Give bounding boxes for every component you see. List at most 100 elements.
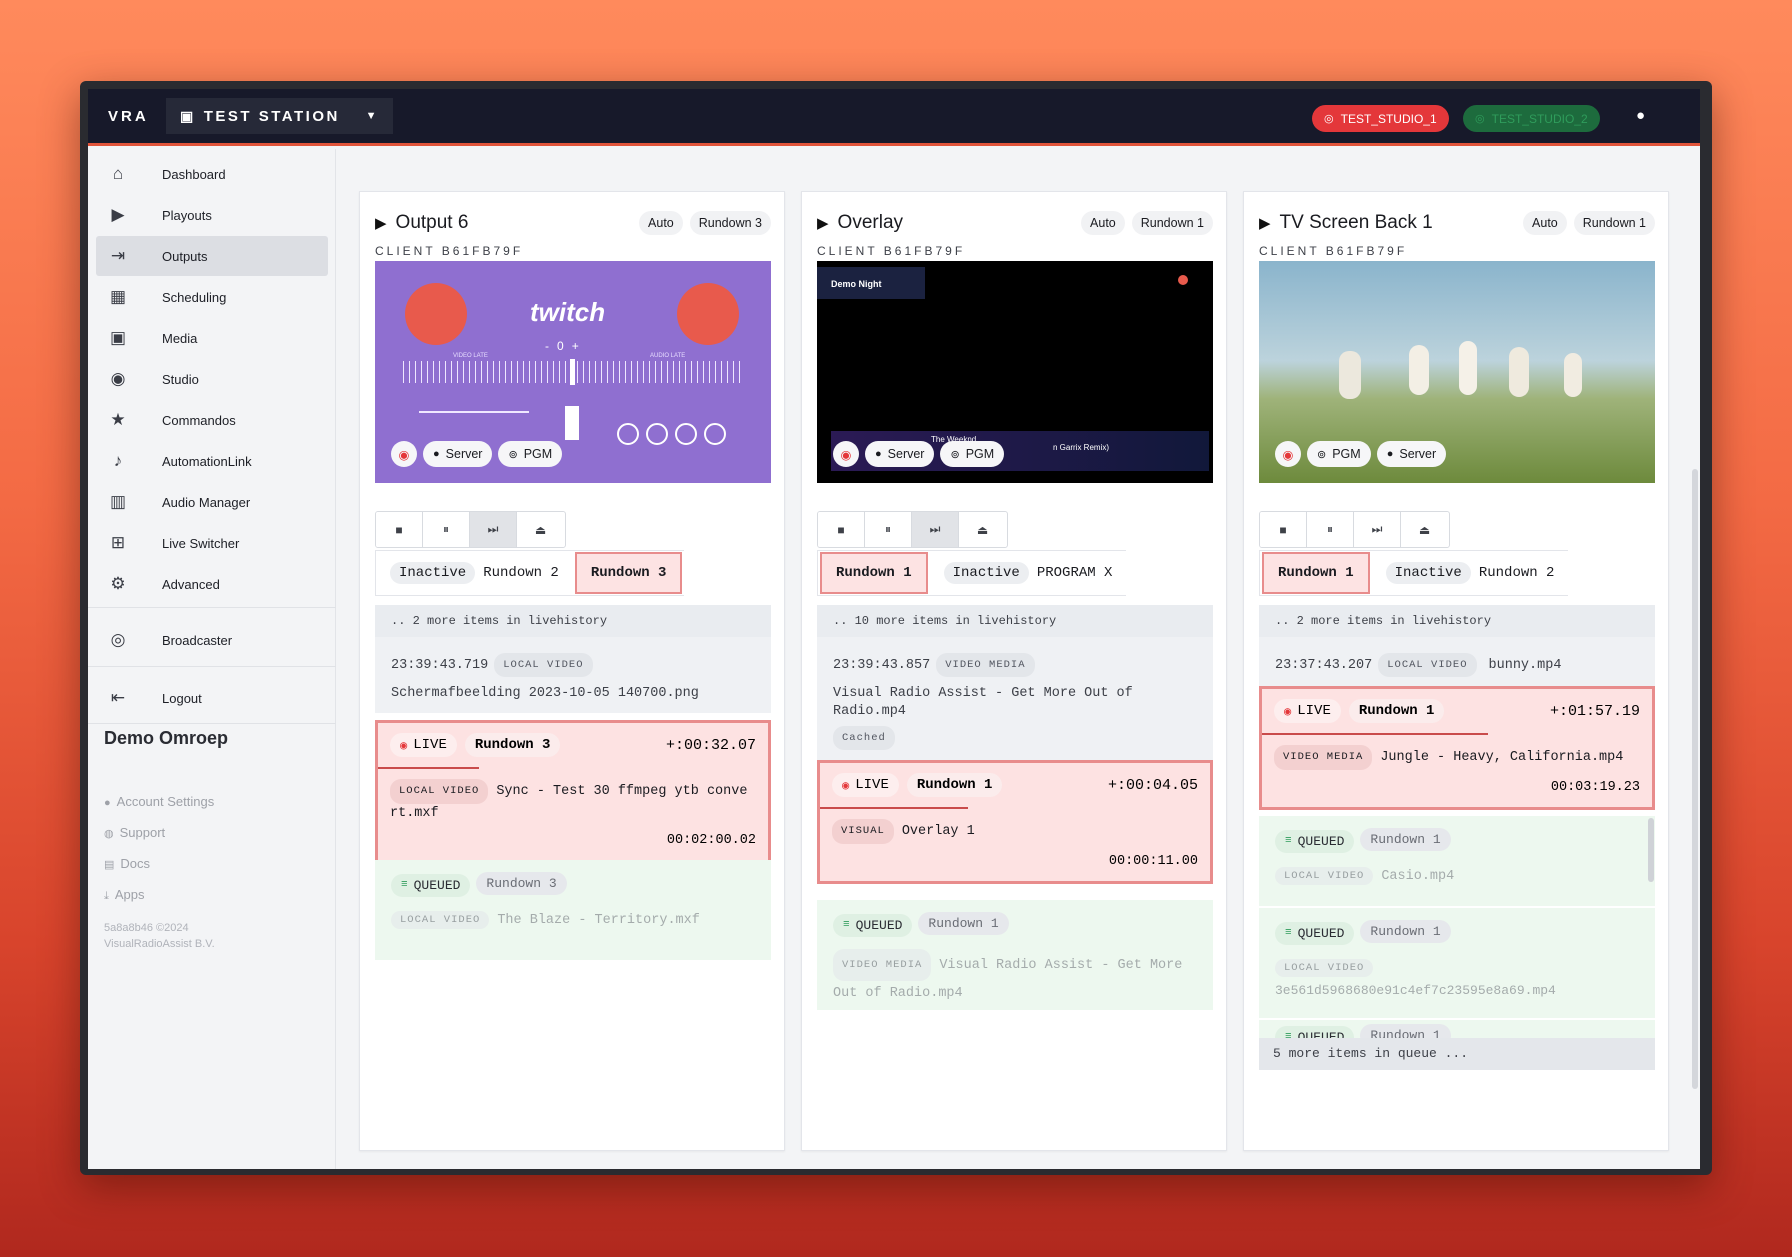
output-icon: ⇥: [110, 246, 126, 265]
server-chip[interactable]: ● Server: [1376, 441, 1447, 467]
scrollbar[interactable]: [1648, 818, 1654, 882]
live-item[interactable]: ◉ LIVE Rundown 1 +:00:04.05 VISUAL Overlay 1…: [817, 760, 1213, 884]
pause-button[interactable]: ⏸: [423, 512, 470, 547]
history-more[interactable]: .. 10 more items in livehistory: [817, 605, 1213, 637]
mode-tag[interactable]: Auto: [639, 211, 683, 235]
list-icon: ≡: [843, 919, 850, 931]
tab-label: Rundown 3: [590, 565, 667, 581]
divider: [88, 666, 336, 667]
live-item[interactable]: ◉ LIVE Rundown 1 +:01:57.19 VIDEO MEDIA Jung…: [1259, 686, 1655, 810]
account-icon: ●: [104, 797, 111, 809]
pgm-chip[interactable]: ⊚ PGM: [940, 441, 1005, 467]
account-settings-link[interactable]: ● Account Settings: [104, 794, 214, 809]
sidebar-item-scheduling[interactable]: ▦ Scheduling: [96, 277, 328, 317]
user-icon[interactable]: ●: [1636, 107, 1645, 124]
sidebar-item-studio[interactable]: ◉ Studio: [96, 359, 328, 399]
studio-badge-1[interactable]: ◎ TEST_STUDIO_1: [1312, 105, 1449, 132]
rundown-tab[interactable]: Inactive Rundown 2: [376, 552, 573, 594]
transport-controls: ■ ⏸ ⏭ ⏏: [817, 511, 1008, 548]
pause-button[interactable]: ⏸: [1307, 512, 1354, 547]
history-more[interactable]: .. 2 more items in livehistory: [1259, 605, 1655, 637]
rundown-tab[interactable]: Inactive Rundown 2: [1372, 552, 1569, 594]
queue-item[interactable]: ≡ QUEUED Rundown 1: [1259, 1020, 1655, 1038]
history-item[interactable]: 23:37:43.207 LOCAL VIDEO bunny.mp4: [1259, 637, 1655, 687]
page-scrollbar[interactable]: [1692, 469, 1698, 1089]
queued-badge: ≡ QUEUED: [1275, 1025, 1355, 1038]
cached-badge: Cached: [833, 726, 895, 750]
station-selector[interactable]: ▣ TEST STATION ▼: [166, 98, 393, 134]
history-time: 23:39:43.857: [833, 658, 931, 673]
sidebar-item-live-switcher[interactable]: ⊞ Live Switcher: [96, 523, 328, 563]
record-icon[interactable]: ◉: [391, 441, 417, 467]
sidebar-item-advanced[interactable]: ⚙ Advanced: [96, 564, 328, 604]
rundown-tag[interactable]: Rundown 3: [689, 211, 771, 235]
rundown-badge: Rundown 1: [1360, 1024, 1451, 1038]
rundown-badge: Rundown 3: [476, 872, 567, 895]
output-preview[interactable]: twitch -0+ VIDEO LATE AUDIO LATE ◉ ● Serv…: [375, 261, 771, 483]
tab-label: Rundown 2: [483, 565, 559, 581]
pgm-chip[interactable]: ⊚ PGM: [498, 441, 563, 467]
sidebar-item-media[interactable]: ▣ Media: [96, 318, 328, 358]
rundown-tab-selected[interactable]: Rundown 1: [1262, 552, 1370, 594]
rundown-tabs: Inactive Rundown 2 Rundown 3: [375, 550, 685, 596]
media-icon: ▣: [109, 328, 127, 347]
history-item[interactable]: 23:39:43.857 VIDEO MEDIA Visual Radio Ass…: [817, 637, 1213, 760]
server-chip[interactable]: ● Server: [423, 441, 493, 467]
brand-logo[interactable]: VRA: [108, 108, 166, 125]
next-button[interactable]: ⏭: [912, 512, 959, 547]
sidebar-item-commandos[interactable]: ★ Commandos: [96, 400, 328, 440]
support-link[interactable]: ◍ Support: [104, 825, 165, 840]
sidebar-item-audio-manager[interactable]: ▥ Audio Manager: [96, 482, 328, 522]
pgm-chip[interactable]: ⊚ PGM: [1307, 441, 1371, 467]
more-queue[interactable]: 5 more items in queue ...: [1259, 1038, 1655, 1070]
sidebar-item-label: Audio Manager: [162, 494, 251, 510]
sidebar-item-logout[interactable]: ⇤ Logout: [96, 678, 328, 718]
eject-button[interactable]: ⏏: [959, 512, 1006, 547]
meter-value: 0: [557, 339, 572, 353]
docs-link[interactable]: ▤ Docs: [104, 856, 150, 871]
list-icon: ≡: [1285, 1031, 1292, 1038]
stop-button[interactable]: ■: [376, 512, 423, 547]
broadcast-icon: ⊚: [1317, 448, 1327, 461]
queued-badge: ≡ QUEUED: [1275, 829, 1355, 853]
history-item[interactable]: 23:39:43.719 LOCAL VIDEO Schermafbeelding…: [375, 637, 771, 713]
eject-button[interactable]: ⏏: [517, 512, 564, 547]
queue-item[interactable]: ≡ QUEUED Rundown 1 VIDEO MEDIA Visual Radio…: [817, 900, 1213, 1010]
sidebar-item-outputs[interactable]: ⇥ Outputs: [96, 236, 328, 276]
sidebar-item-dashboard[interactable]: ⌂ Dashboard: [96, 154, 328, 194]
rundown-tab[interactable]: Inactive PROGRAM X: [930, 552, 1127, 594]
stop-button[interactable]: ■: [818, 512, 865, 547]
live-item[interactable]: ◉ LIVE Rundown 3 +:00:32.07 LOCAL VIDEO Sync…: [375, 720, 771, 863]
sidebar-item-automationlink[interactable]: ♪ AutomationLink: [96, 441, 328, 481]
rundown-tab-selected[interactable]: Rundown 3: [574, 552, 683, 594]
record-icon[interactable]: ◉: [1275, 441, 1301, 467]
rundown-tag[interactable]: Rundown 1: [1131, 211, 1213, 235]
download-icon: ⤓: [104, 890, 109, 902]
output-preview[interactable]: Demo Night The Weeknd n Garrix Remix) ◉ …: [817, 261, 1213, 483]
output-preview[interactable]: ◉ ⊚ PGM ● Server: [1259, 261, 1655, 483]
output-header: ▶ TV Screen Back 1 Auto Rundown 1: [1259, 210, 1655, 236]
next-button[interactable]: ⏭: [1354, 512, 1401, 547]
record-icon[interactable]: ◉: [833, 441, 859, 467]
rundown-badge: Rundown 1: [1360, 920, 1451, 943]
studio-badge-2[interactable]: ◎ TEST_STUDIO_2: [1463, 105, 1600, 132]
server-chip[interactable]: ● Server: [865, 441, 935, 467]
list-icon: ≡: [1285, 927, 1292, 939]
studio-icon: ◉: [110, 369, 126, 388]
apps-link[interactable]: ⤓ Apps: [104, 887, 145, 903]
next-button[interactable]: ⏭: [470, 512, 517, 547]
sidebar-item-playouts[interactable]: ▶ Playouts: [96, 195, 328, 235]
eject-button[interactable]: ⏏: [1401, 512, 1448, 547]
history-more[interactable]: .. 2 more items in livehistory: [375, 605, 771, 637]
rundown-tag[interactable]: Rundown 1: [1573, 211, 1655, 235]
play-icon: ▶: [817, 215, 829, 232]
pause-button[interactable]: ⏸: [865, 512, 912, 547]
mode-tag[interactable]: Auto: [1081, 211, 1125, 235]
rundown-tab-selected[interactable]: Rundown 1: [820, 552, 928, 594]
queue-item[interactable]: ≡ QUEUED Rundown 1 LOCAL VIDEO 3e561d59686…: [1259, 908, 1655, 1018]
queue-item[interactable]: ≡ QUEUED Rundown 3 LOCAL VIDEO The Blaze - …: [375, 860, 771, 960]
sidebar-item-broadcaster[interactable]: ◎ Broadcaster: [96, 620, 328, 660]
stop-button[interactable]: ■: [1260, 512, 1307, 547]
queue-item[interactable]: ≡ QUEUED Rundown 1 LOCAL VIDEO Casio.mp4: [1259, 816, 1655, 906]
mode-tag[interactable]: Auto: [1523, 211, 1567, 235]
